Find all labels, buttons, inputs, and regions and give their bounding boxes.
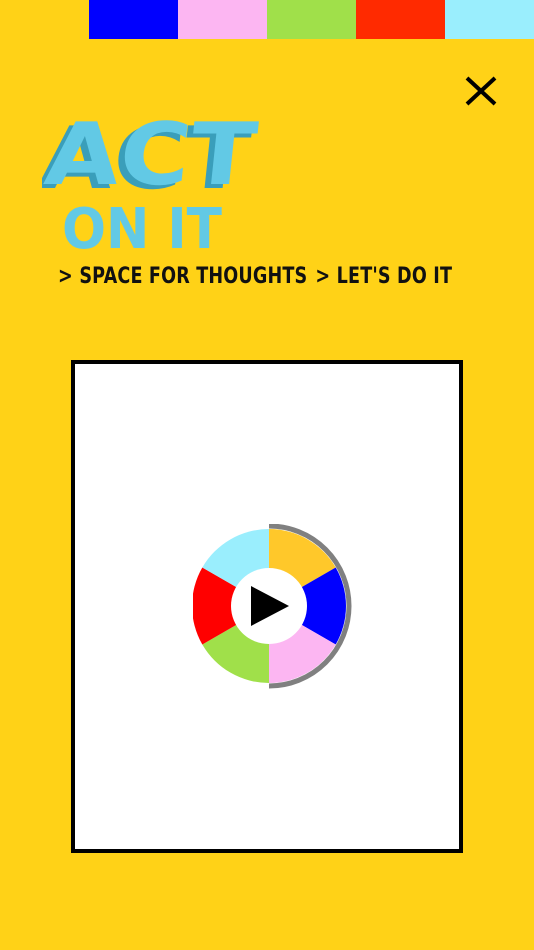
- close-icon: [465, 76, 497, 106]
- page-title-line-2: ON IT: [62, 197, 222, 258]
- breadcrumb-item-space-for-thoughts[interactable]: SPACE FOR THOUGHTS: [79, 264, 307, 289]
- color-swatch-red: [356, 0, 445, 39]
- page-title-text: ACT: [42, 105, 261, 205]
- page-title-line-2-text: ON IT: [62, 197, 222, 258]
- breadcrumb-item-lets-do-it[interactable]: LET'S DO IT: [337, 264, 452, 289]
- video-frame: [71, 360, 463, 853]
- act-on-it-screen: ACT ACT ON IT > SPACE FOR THOUGHTS > LET…: [0, 0, 534, 950]
- breadcrumb: > SPACE FOR THOUGHTS > LET'S DO IT: [58, 264, 460, 289]
- color-swatch-pink: [178, 0, 267, 39]
- breadcrumb-separator: >: [315, 264, 331, 289]
- close-button[interactable]: [458, 68, 504, 114]
- color-swatch-cyan: [445, 0, 534, 39]
- color-swatch-green: [267, 0, 356, 39]
- play-button[interactable]: [192, 523, 357, 694]
- color-strip: [89, 0, 534, 39]
- color-wheel: [192, 523, 352, 689]
- breadcrumb-separator: >: [58, 264, 73, 289]
- page-title: ACT ACT: [42, 105, 261, 206]
- color-swatch-blue: [89, 0, 178, 39]
